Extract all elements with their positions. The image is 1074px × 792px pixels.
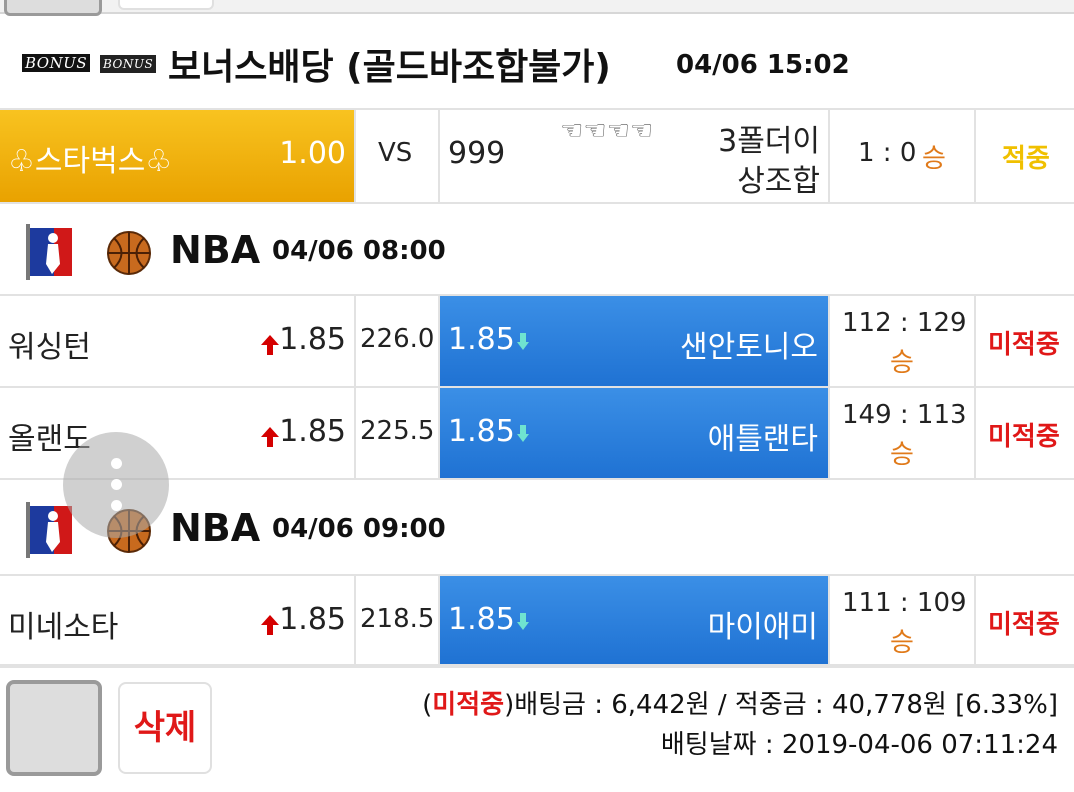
bonus-status: 적중 <box>1002 144 1050 174</box>
status-badge: 미적중 <box>988 330 1060 360</box>
home-team: 미네소타 <box>8 610 119 645</box>
game-row: 미네소타 1.85 218.5 1.85 마이애미 111 : 109 승 미적… <box>0 576 1074 666</box>
total-line: 226.0 <box>360 324 435 354</box>
bonus-score-cell: 1 : 0 승 <box>830 110 976 202</box>
previous-slip-checkbox[interactable] <box>4 0 102 16</box>
more-vertical-icon <box>111 479 122 490</box>
home-odds-wrap: 1.85 <box>261 322 346 357</box>
down-arrow-icon <box>516 425 529 443</box>
total-line: 218.5 <box>360 604 435 634</box>
bonus-score: 1 : 0 <box>858 138 917 168</box>
total-line: 225.5 <box>360 416 435 446</box>
line-cell[interactable]: 218.5 <box>356 576 440 664</box>
game-row: 워싱턴 1.85 226.0 1.85 샌안토니오 112 : 129 승 미적… <box>0 296 1074 388</box>
bonus-status-cell: 적중 <box>976 110 1074 202</box>
bonus-badge-small-icon: BONUS <box>100 55 157 73</box>
status-cell: 미적중 <box>976 576 1074 664</box>
status-badge: 미적중 <box>988 422 1060 452</box>
bet-date: 배팅날짜 : 2019-04-06 07:11:24 <box>660 730 1058 760</box>
result-word: 승 <box>890 348 914 378</box>
line-cell[interactable]: 226.0 <box>356 296 440 386</box>
slip-status: 미적중 <box>432 690 505 720</box>
more-vertical-icon <box>111 500 122 511</box>
basketball-icon <box>107 231 151 275</box>
away-pick-selected[interactable]: 1.85 샌안토니오 <box>440 296 830 386</box>
status-badge: 미적중 <box>988 610 1060 640</box>
vs-label: VS <box>378 138 413 168</box>
bonus-vs-cell[interactable]: VS <box>356 110 440 202</box>
bonus-title: 보너스배당 (골드바조합불가) <box>168 47 611 88</box>
home-odds-wrap: 1.85 <box>261 602 346 637</box>
home-pick[interactable]: 워싱턴 1.85 <box>0 296 356 386</box>
score-cell: 149 : 113 승 <box>830 388 976 478</box>
status-cell: 미적중 <box>976 296 1074 386</box>
slip-select-checkbox[interactable] <box>6 680 102 776</box>
bet-summary: )배팅금 : 6,442원 / 적중금 : 40,778원 [6.33%] <box>504 690 1058 720</box>
away-odds-wrap: 1.85 <box>448 322 529 357</box>
pointing-hand-icon: ☜☜☜☜ <box>560 116 654 146</box>
away-odds: 1.85 <box>448 414 515 449</box>
away-team: 마이애미 <box>707 610 818 645</box>
away-pick-selected[interactable]: 1.85 애틀랜타 <box>440 388 830 478</box>
line-cell[interactable]: 225.5 <box>356 388 440 478</box>
league-time-2: 04/06 09:00 <box>272 514 446 544</box>
score-cell: 112 : 129 승 <box>830 296 976 386</box>
down-arrow-icon <box>516 333 529 351</box>
up-arrow-icon <box>261 335 280 355</box>
score: 149 : 113 <box>842 400 967 430</box>
away-odds-wrap: 1.85 <box>448 414 529 449</box>
bet-summary-line: (미적중)배팅금 : 6,442원 / 적중금 : 40,778원 [6.33%… <box>422 684 1058 721</box>
bonus-away-odds: 999 <box>448 136 506 171</box>
league-name-2: NBA <box>170 506 261 550</box>
bonus-section-header: BONUS BONUS 보너스배당 (골드바조합불가) 04/06 15:02 <box>0 16 1074 110</box>
bonus-away-pick[interactable]: 999 ☜☜☜☜ 3폴더이 상조합 <box>440 110 830 202</box>
home-odds: 1.85 <box>279 322 346 357</box>
floating-more-button[interactable] <box>63 432 169 538</box>
result-word: 승 <box>890 440 914 470</box>
away-odds: 1.85 <box>448 602 515 637</box>
away-odds-wrap: 1.85 <box>448 602 529 637</box>
home-odds: 1.85 <box>279 602 346 637</box>
slip-footer: 삭제 (미적중)배팅금 : 6,442원 / 적중금 : 40,778원 [6.… <box>0 666 1074 792</box>
home-pick[interactable]: 올랜도 1.85 <box>0 388 356 478</box>
away-odds: 1.85 <box>448 322 515 357</box>
score: 112 : 129 <box>842 308 967 338</box>
paren-open: ( <box>422 690 433 720</box>
home-team: 워싱턴 <box>8 330 91 365</box>
delete-button[interactable]: 삭제 <box>118 682 212 774</box>
up-arrow-icon <box>261 427 280 447</box>
bonus-result: 승 <box>922 144 946 174</box>
league-time-1: 04/06 08:00 <box>272 236 446 266</box>
league-name-1: NBA <box>170 228 261 272</box>
bonus-row: ♧스타벅스♧ 1.00 VS 999 ☜☜☜☜ 3폴더이 상조합 1 : 0 승… <box>0 110 1074 204</box>
bonus-away-line1: 3폴더이 <box>718 124 820 159</box>
league-header-1: NBA 04/06 08:00 <box>0 204 1074 296</box>
home-odds: 1.85 <box>279 414 346 449</box>
bonus-home-odds: 1.00 <box>279 136 346 171</box>
bonus-time: 04/06 15:02 <box>676 50 850 80</box>
home-odds-wrap: 1.85 <box>261 414 346 449</box>
up-arrow-icon <box>261 615 280 635</box>
score-cell: 111 : 109 승 <box>830 576 976 664</box>
bonus-home-pick[interactable]: ♧스타벅스♧ 1.00 <box>0 110 356 202</box>
away-team: 애틀랜타 <box>707 422 818 457</box>
bonus-away-line2: 상조합 <box>737 164 820 199</box>
status-cell: 미적중 <box>976 388 1074 478</box>
result-word: 승 <box>890 628 914 658</box>
away-pick-selected[interactable]: 1.85 마이애미 <box>440 576 830 664</box>
more-vertical-icon <box>111 458 122 469</box>
home-pick[interactable]: 미네소타 1.85 <box>0 576 356 664</box>
bonus-badge-icon: BONUS <box>22 54 91 72</box>
bonus-home-name: ♧스타벅스♧ <box>8 144 173 179</box>
previous-slip-button[interactable] <box>118 0 214 10</box>
score: 111 : 109 <box>842 588 967 618</box>
down-arrow-icon <box>516 613 529 631</box>
away-team: 샌안토니오 <box>680 330 818 365</box>
nba-logo-icon <box>26 224 72 280</box>
